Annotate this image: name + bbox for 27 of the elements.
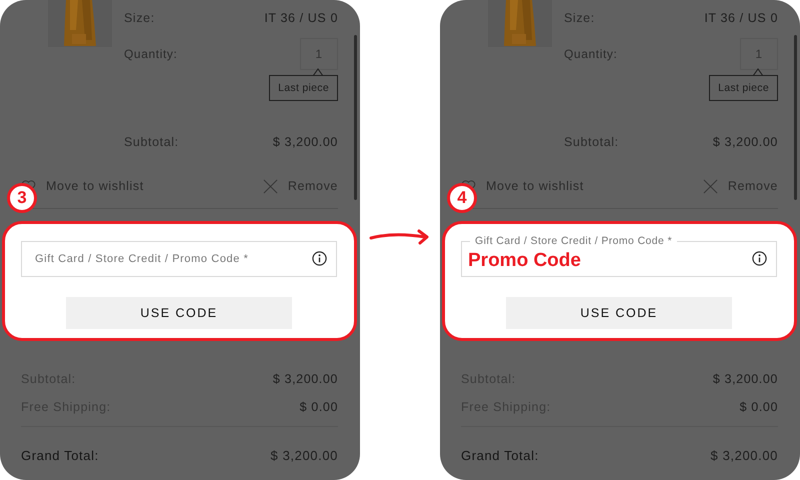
grand-total-label: Grand Total: xyxy=(461,448,539,462)
size-value: IT 36 / US 0 xyxy=(704,11,778,25)
subtotal-value: $ 3,200.00 xyxy=(272,135,338,149)
field-label: Gift Card / Store Credit / Promo Code * xyxy=(470,235,678,247)
summary-value: $ 3,200.00 xyxy=(272,372,338,386)
grand-total-label: Grand Total: xyxy=(21,448,99,462)
step-badge: 3 xyxy=(7,183,37,213)
summary-value: $ 0.00 xyxy=(740,400,778,414)
grand-total-value: $ 3,200.00 xyxy=(270,448,338,462)
tooltip-pointer xyxy=(313,68,323,76)
tooltip-pointer xyxy=(753,68,763,76)
arrow-icon xyxy=(369,228,431,246)
info-icon xyxy=(312,251,327,266)
grand-total-value: $ 3,200.00 xyxy=(710,448,778,462)
summary-value: $ 3,200.00 xyxy=(712,372,778,386)
close-icon xyxy=(262,178,278,194)
use-code-button[interactable]: USE CODE xyxy=(66,297,292,329)
info-icon xyxy=(752,251,767,266)
step-badge: 4 xyxy=(447,183,477,213)
stock-tooltip: Last piece xyxy=(269,75,338,101)
input-field[interactable]: Gift Card / Store Credit / Promo Code * xyxy=(21,241,337,277)
use-code-button[interactable]: USE CODE xyxy=(506,297,732,329)
summary-value: $ 0.00 xyxy=(300,400,338,414)
close-icon xyxy=(702,178,718,194)
stock-tooltip: Last piece xyxy=(709,75,778,101)
subtotal-value: $ 3,200.00 xyxy=(712,135,778,149)
size-value: IT 36 / US 0 xyxy=(264,11,338,25)
